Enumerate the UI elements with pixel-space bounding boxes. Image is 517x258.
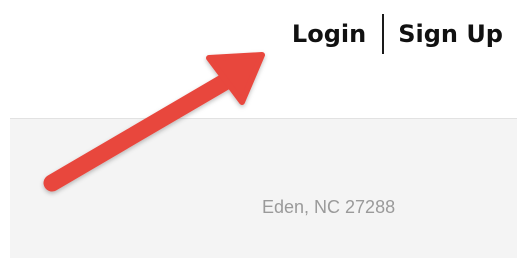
content-band: Eden, NC 27288 <box>10 118 517 258</box>
auth-divider <box>382 14 385 54</box>
auth-nav: Login Sign Up <box>292 14 503 54</box>
page-header: Login Sign Up <box>0 0 517 118</box>
login-link[interactable]: Login <box>292 14 366 54</box>
signup-link[interactable]: Sign Up <box>398 14 503 54</box>
location-text: Eden, NC 27288 <box>262 197 396 217</box>
